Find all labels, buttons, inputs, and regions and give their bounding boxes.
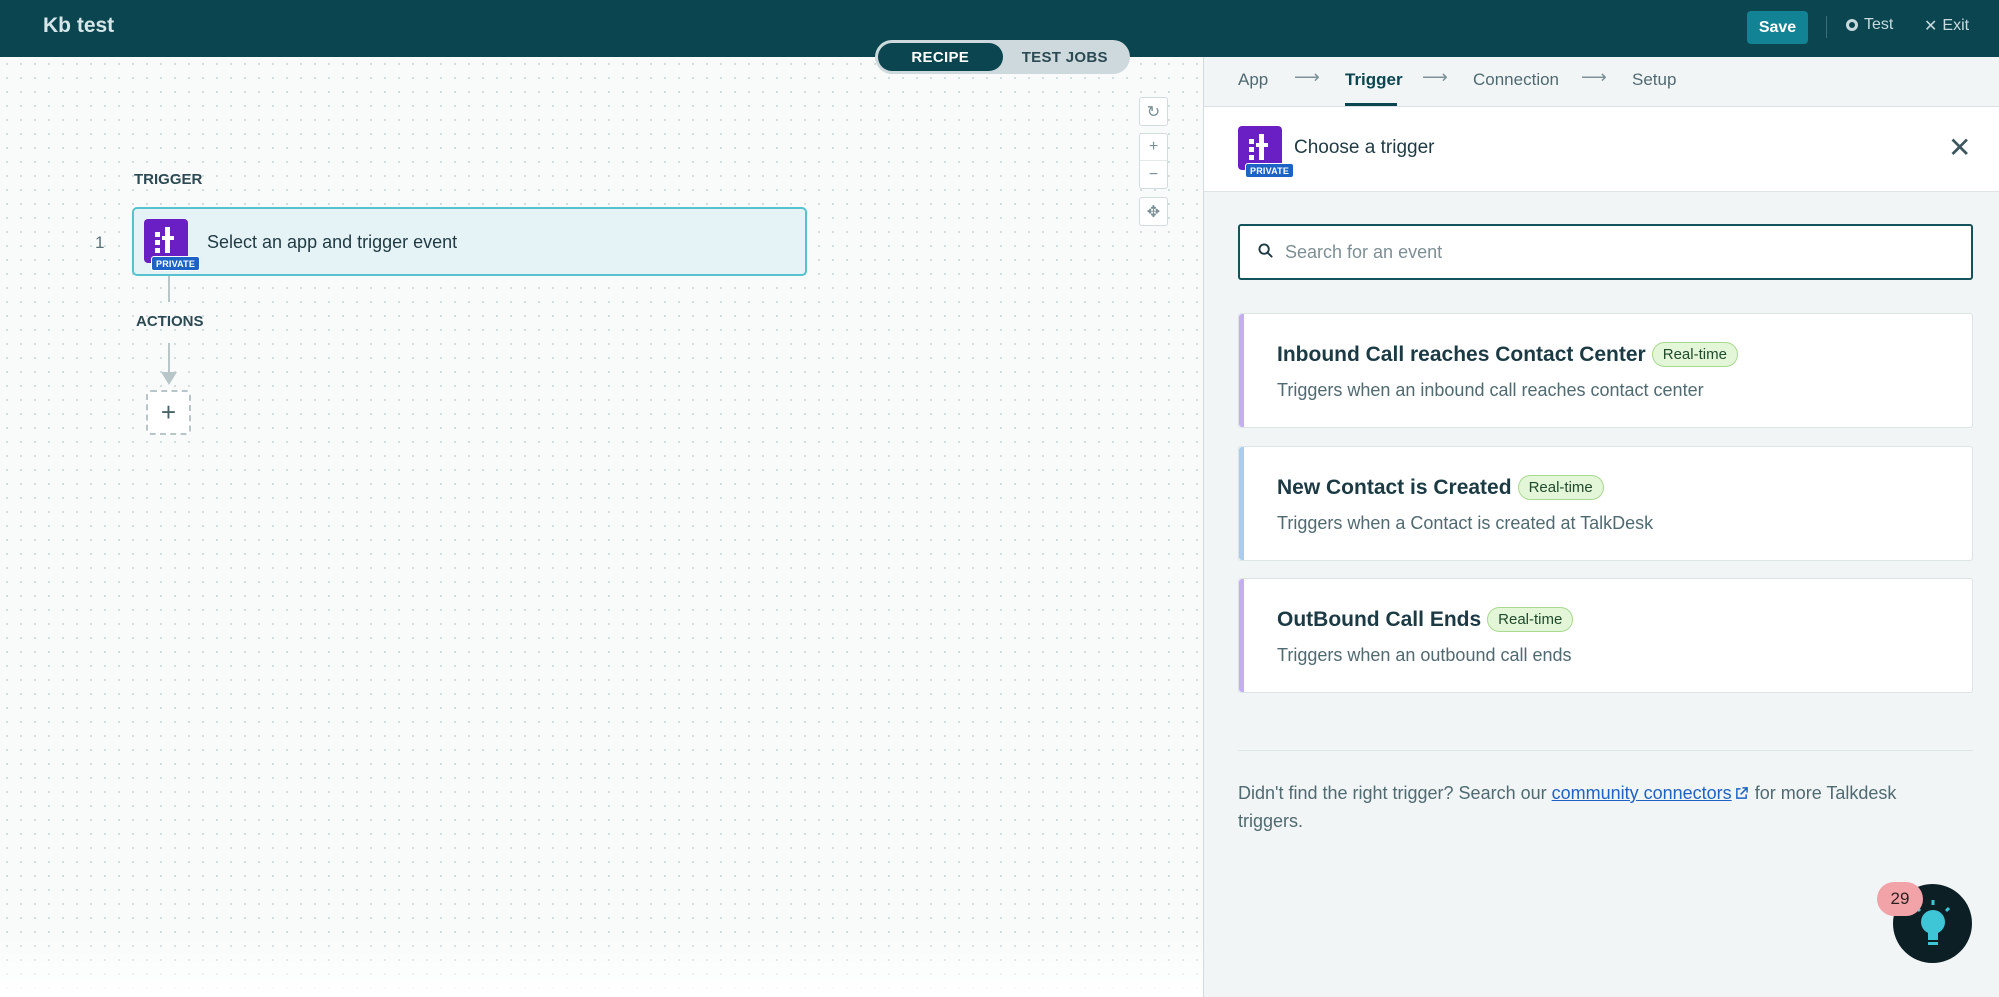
footer-prefix: Didn't find the right trigger? Search ou… [1238, 783, 1552, 803]
toolbar-divider [1826, 16, 1827, 38]
event-title-text: OutBound Call Ends [1277, 607, 1482, 631]
fit-to-screen-button[interactable]: ✥ [1139, 197, 1168, 226]
close-icon: ✕ [1924, 18, 1938, 35]
event-title-text: New Contact is Created [1277, 475, 1512, 499]
event-option-outbound-call[interactable]: OutBound Call Ends Real-time Triggers wh… [1238, 578, 1973, 693]
close-panel-button[interactable]: ✕ [1948, 134, 1971, 162]
arrow-right-icon: ⟶ [1294, 67, 1320, 87]
event-title-text: Inbound Call reaches Contact Center [1277, 342, 1646, 366]
tab-test-jobs[interactable]: TEST JOBS [1003, 43, 1128, 71]
event-title: OutBound Call Ends Real-time [1277, 607, 1574, 632]
card-accent [1239, 579, 1244, 692]
reset-icon: ↻ [1146, 103, 1161, 121]
trigger-section-label: TRIGGER [134, 171, 203, 188]
step-setup[interactable]: Setup [1632, 70, 1676, 90]
step-number: 1 [95, 233, 105, 252]
search-input[interactable] [1285, 236, 1945, 268]
fit-icon: ✥ [1146, 203, 1161, 221]
active-step-indicator [1345, 103, 1397, 106]
zoom-in-button[interactable]: + [1140, 134, 1167, 161]
test-label: Test [1864, 16, 1894, 33]
connector-line [168, 343, 170, 375]
realtime-badge: Real-time [1487, 607, 1574, 632]
realtime-badge: Real-time [1517, 475, 1604, 500]
add-step-button[interactable]: + [146, 390, 191, 435]
private-badge: PRIVATE [151, 256, 201, 271]
view-toggle: RECIPE TEST JOBS [875, 40, 1130, 74]
divider [1238, 750, 1973, 751]
test-button[interactable]: Test [1846, 16, 1893, 34]
notification-count-badge: 29 [1877, 882, 1923, 916]
card-accent [1239, 447, 1244, 560]
zoom-controls: + − [1139, 133, 1168, 189]
event-description: Triggers when a Contact is created at Ta… [1277, 513, 1654, 533]
trigger-step-card[interactable]: PRIVATE Select an app and trigger event [132, 207, 807, 276]
arrow-right-icon: ⟶ [1422, 67, 1448, 87]
connector-line [168, 276, 170, 302]
connector-arrow-icon [161, 372, 177, 385]
wizard-stepper: App ⟶ Trigger ⟶ Connection ⟶ Setup [1204, 57, 1999, 107]
trigger-card-text: Select an app and trigger event [207, 232, 458, 252]
event-option-new-contact[interactable]: New Contact is Created Real-time Trigger… [1238, 446, 1973, 561]
actions-section-label: ACTIONS [136, 313, 204, 330]
trigger-config-panel: App ⟶ Trigger ⟶ Connection ⟶ Setup PRIVA… [1203, 57, 1999, 997]
event-title: Inbound Call reaches Contact Center Real… [1277, 342, 1738, 367]
event-search[interactable] [1238, 224, 1973, 280]
external-link-icon [1735, 787, 1748, 799]
event-title: New Contact is Created Real-time [1277, 475, 1604, 500]
event-description: Triggers when an outbound call ends [1277, 645, 1572, 665]
event-option-inbound-call[interactable]: Inbound Call reaches Contact Center Real… [1238, 313, 1973, 428]
event-description: Triggers when an inbound call reaches co… [1277, 380, 1704, 400]
card-accent [1239, 314, 1244, 427]
recipe-canvas[interactable] [0, 57, 1203, 997]
step-trigger[interactable]: Trigger [1345, 70, 1403, 90]
canvas-fade [0, 937, 1203, 997]
panel-title: Choose a trigger [1294, 137, 1435, 158]
step-app[interactable]: App [1238, 70, 1268, 90]
recipe-title[interactable]: Kb test [43, 14, 114, 38]
exit-button[interactable]: ✕ Exit [1924, 16, 1969, 36]
arrow-right-icon: ⟶ [1581, 67, 1607, 87]
save-button[interactable]: Save [1747, 11, 1808, 44]
record-icon [1846, 19, 1858, 31]
zoom-out-button[interactable]: − [1140, 161, 1167, 188]
community-connectors-link[interactable]: community connectors [1552, 783, 1732, 803]
choose-trigger-header: PRIVATE Choose a trigger ✕ [1204, 107, 1999, 192]
realtime-badge: Real-time [1651, 342, 1738, 367]
step-connection[interactable]: Connection [1473, 70, 1559, 90]
community-connectors-note: Didn't find the right trigger? Search ou… [1238, 779, 1938, 835]
private-badge: PRIVATE [1245, 163, 1295, 178]
tab-recipe[interactable]: RECIPE [878, 43, 1003, 71]
reset-view-button[interactable]: ↻ [1139, 97, 1168, 126]
exit-label: Exit [1942, 17, 1970, 34]
search-icon [1258, 243, 1273, 258]
